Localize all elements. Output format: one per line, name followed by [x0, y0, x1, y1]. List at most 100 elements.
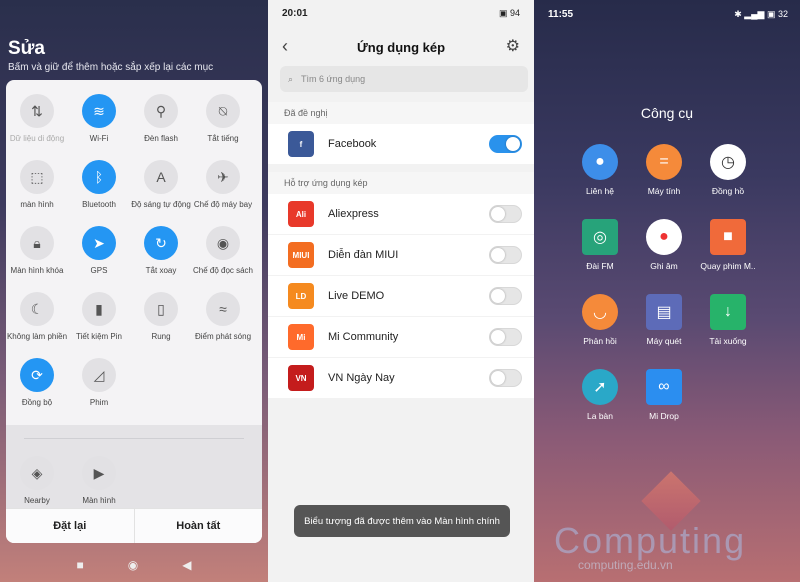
app-name: Aliexpress [328, 208, 379, 220]
app-row: Ali Aliexpress [268, 194, 534, 234]
tile-hotspot[interactable]: ≈ Điểm phát sóng [192, 292, 254, 341]
tile-label: Tắt xoay [145, 266, 177, 275]
watermark-text: Computing [554, 520, 747, 561]
tile-vibrate[interactable]: ▯ Rung [130, 292, 192, 341]
tile-label: Tiết kiệm Pin [76, 332, 122, 341]
search-input[interactable]: ⌕ Tìm 6 ứng dụng [280, 66, 528, 92]
dual-app-toggle[interactable] [489, 246, 522, 264]
search-placeholder: Tìm 6 ứng dụng [301, 74, 366, 84]
screen-record-icon: ▶ [82, 456, 116, 490]
screen-recorder-icon: ■ [710, 219, 746, 255]
app-name: Mi Community [328, 331, 399, 343]
app-recorder[interactable]: ● Ghi âm [631, 219, 697, 271]
watermark-url: computing.edu.vn [578, 558, 673, 572]
toast-message: Biểu tượng đã được thêm vào Màn hình chí… [294, 505, 510, 537]
nearby-icon: ◈ [20, 456, 54, 490]
wifi-icon: ≋ [82, 94, 116, 128]
app-icon: f [288, 131, 314, 157]
vibrate-icon: ▯ [144, 292, 178, 326]
dual-app-toggle[interactable] [489, 369, 522, 387]
control-center-edit-screen: Sửa Bấm và giữ để thêm hoặc sắp xếp lại … [0, 0, 268, 582]
app-label: La bàn [587, 411, 613, 421]
reset-button[interactable]: Đặt lại [6, 509, 134, 543]
tile-sync[interactable]: ⟳ Đồng bộ [6, 358, 68, 407]
dual-apps-screen: 20:01 ▣ 94 ‹ Ứng dụng kép ⚙ ⌕ Tìm 6 ứng … [268, 0, 534, 582]
home-icon[interactable]: ◉ [128, 558, 138, 572]
status-battery: ✱ ▂▄▆ ▣ 32 [734, 9, 788, 19]
app-scanner[interactable]: ▤ Máy quét [631, 294, 697, 346]
sync-icon: ⟳ [20, 358, 54, 392]
flashlight-icon: ⚲ [144, 94, 178, 128]
lock-icon: 🔒︎ [20, 226, 54, 260]
app-label: Đồng hồ [711, 186, 745, 196]
tile-label: Nearby [24, 496, 50, 505]
app-calculator[interactable]: = Máy tính [631, 144, 697, 196]
tile-screenshot[interactable]: ⬚ màn hình [6, 160, 68, 209]
app-row: Mi Mi Community [268, 317, 534, 357]
tile-moon[interactable]: ☾ Không làm phiền [6, 292, 68, 341]
feedback-icon: ◡ [582, 294, 618, 330]
tile-lock[interactable]: 🔒︎ Màn hình khóa [6, 226, 68, 275]
done-button[interactable]: Hoàn tất [133, 509, 263, 543]
folder-title: Công cụ [640, 105, 694, 121]
recents-icon[interactable]: ■ [77, 558, 84, 572]
tile-mute-bell[interactable]: ⍉ Tắt tiếng [192, 94, 254, 143]
search-icon: ⌕ [288, 73, 294, 84]
tile-label: Chế độ đọc sách [192, 266, 254, 275]
app-row: LD Live DEMO [268, 276, 534, 316]
tile-nearby[interactable]: ◈ Nearby [6, 456, 68, 505]
tile-label: Phim [89, 398, 109, 407]
gps-icon: ➤ [82, 226, 116, 260]
app-compass[interactable]: ➚ La bàn [567, 369, 633, 421]
app-screen-recorder[interactable]: ■ Quay phim M.. [695, 219, 761, 271]
status-battery: ▣ 94 [498, 8, 520, 18]
dual-app-toggle[interactable] [489, 328, 522, 346]
tile-label: Dữ liệu di động [9, 134, 65, 143]
tile-gps[interactable]: ➤ GPS [68, 226, 130, 275]
tile-label: Không làm phiền [6, 332, 68, 341]
page-title: Sửa [8, 38, 45, 59]
dual-app-toggle[interactable] [489, 287, 522, 305]
status-time: 11:55 [548, 9, 574, 20]
gear-icon[interactable]: ⚙ [506, 36, 520, 56]
app-icon: LD [288, 283, 314, 309]
app-clock[interactable]: ◷ Đồng hồ [695, 144, 761, 196]
app-row: VN VN Ngày Nay [268, 358, 534, 398]
tile-bluetooth[interactable]: ᛒ Bluetooth [68, 160, 130, 209]
tile-auto-brightness[interactable]: A Độ sáng tự động [130, 160, 192, 209]
section-supported: Hỗ trợ ứng dụng kép [268, 172, 534, 194]
calculator-icon: = [646, 144, 682, 180]
app-mi-drop[interactable]: ∞ Mi Drop [631, 369, 697, 421]
dual-app-toggle[interactable] [489, 135, 522, 153]
tile-mobile-data[interactable]: ⇅ Dữ liệu di động [6, 94, 68, 143]
app-feedback[interactable]: ◡ Phản hồi [567, 294, 633, 346]
back-icon[interactable]: ◀ [182, 558, 191, 572]
divider [24, 438, 244, 439]
tile-rotation-lock[interactable]: ↻ Tắt xoay [130, 226, 192, 275]
tile-flashlight[interactable]: ⚲ Đèn flash [130, 94, 192, 143]
tile-label: Điểm phát sóng [194, 332, 252, 341]
video-icon: ◿ [82, 358, 116, 392]
app-download[interactable]: ↓ Tải xuống [695, 294, 761, 346]
mute-bell-icon: ⍉ [206, 94, 240, 128]
auto-brightness-icon: A [144, 160, 178, 194]
dual-app-toggle[interactable] [489, 205, 522, 223]
hotspot-icon: ≈ [206, 292, 240, 326]
tile-eye[interactable]: ◉ Chế độ đọc sách [192, 226, 254, 275]
tile-battery[interactable]: ▮ Tiết kiệm Pin [68, 292, 130, 341]
tile-wifi[interactable]: ≋ Wi-Fi [68, 94, 130, 143]
tile-video[interactable]: ◿ Phim [68, 358, 130, 407]
action-bar: Đặt lại Hoàn tất [6, 508, 262, 543]
tools-folder-screen: 11:55 ✱ ▂▄▆ ▣ 32 Công cụ ● Liên hệ = Máy tí… [534, 0, 800, 582]
clock-icon: ◷ [710, 144, 746, 180]
app-radio[interactable]: ◎ Đài FM [567, 219, 633, 271]
app-contacts[interactable]: ● Liên hệ [567, 144, 633, 196]
tile-screen-record[interactable]: ▶ Màn hình [68, 456, 130, 505]
app-label: Liên hệ [586, 186, 614, 196]
download-icon: ↓ [710, 294, 746, 330]
mi-drop-icon: ∞ [646, 369, 682, 405]
tile-airplane[interactable]: ✈ Chế độ máy bay [192, 160, 254, 209]
app-name: Facebook [328, 138, 377, 150]
header: ‹ Ứng dụng kép ⚙ [268, 30, 534, 62]
page-title: Ứng dụng kép [356, 40, 446, 55]
